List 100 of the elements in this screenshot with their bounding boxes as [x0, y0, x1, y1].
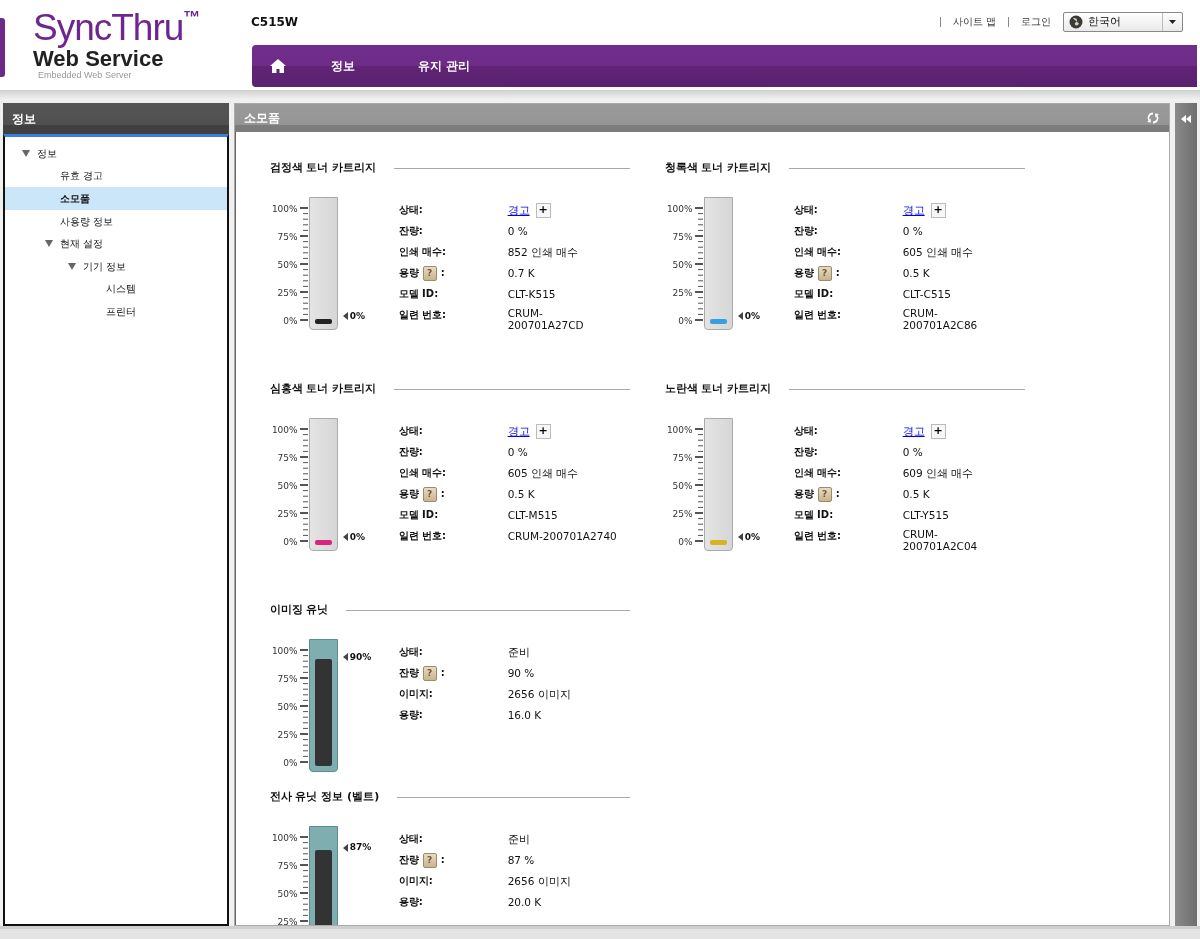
- info-label: 일련 번호:: [398, 529, 448, 543]
- scale-label: 25%: [277, 288, 298, 298]
- header-link[interactable]: 로그인: [1008, 17, 1051, 27]
- scale-label: 50%: [277, 702, 298, 712]
- scale-label: 50%: [277, 481, 298, 491]
- logo-bar: [0, 18, 5, 77]
- nav-tab[interactable]: 유지 관리: [418, 57, 471, 75]
- model-name: C515W: [251, 14, 299, 31]
- scale-label: 0%: [283, 758, 298, 768]
- info-label: 인쇄 매수:: [793, 245, 843, 259]
- status-link[interactable]: 경고: [902, 425, 925, 437]
- help-button[interactable]: ?: [422, 852, 437, 868]
- info-value: 16.0 K: [507, 708, 543, 723]
- scale-label: 50%: [277, 260, 298, 270]
- info-value: CRUM-200701A2740: [507, 529, 617, 544]
- info-value: 605 인쇄 매수: [902, 245, 975, 260]
- gauge-reading: 87%: [349, 841, 372, 855]
- info-label: 상태:: [398, 424, 424, 438]
- info-value: CRUM- 200701A27CD: [507, 307, 584, 331]
- refresh-icon[interactable]: [1146, 111, 1161, 125]
- scale-label: 75%: [277, 674, 298, 684]
- section-title: 전사 유닛 정보 (벨트): [269, 788, 380, 805]
- info-label: 용량: [398, 487, 419, 501]
- info-label: 모델 ID:: [793, 287, 835, 301]
- info-label: 모델 ID:: [398, 287, 440, 301]
- tree-item[interactable]: 소모품: [5, 187, 227, 210]
- scale-label: 75%: [277, 453, 298, 463]
- scale-label: 0%: [678, 537, 693, 547]
- tree-item[interactable]: 사용량 정보: [5, 209, 227, 233]
- info-label: 용량: [793, 266, 814, 280]
- tree-item[interactable]: 프린터: [5, 300, 227, 323]
- scale-label: 100%: [271, 204, 298, 214]
- expand-button[interactable]: +: [930, 202, 946, 218]
- info-value: 준비: [507, 645, 531, 660]
- scale-label: 75%: [277, 861, 298, 871]
- label-colon: :: [835, 487, 840, 501]
- scale-label: 0%: [678, 316, 693, 326]
- scale-label: 75%: [672, 232, 693, 242]
- info-value: 0.5 K: [507, 487, 536, 502]
- info-label: 일련 번호:: [793, 308, 843, 322]
- pointer-icon: [342, 533, 348, 542]
- label-colon: :: [440, 666, 445, 680]
- info-value: 20.0 K: [507, 895, 543, 910]
- info-value: 852 인쇄 매수: [507, 245, 580, 260]
- scale-label: 75%: [277, 232, 298, 242]
- section-title: 노란색 토너 카트리지: [664, 380, 772, 397]
- help-button[interactable]: ?: [817, 265, 832, 281]
- section-title: 청록색 토너 카트리지: [664, 159, 772, 176]
- caret-icon: [1169, 20, 1176, 24]
- pointer-icon: [342, 653, 348, 662]
- info-label: 상태:: [398, 645, 424, 659]
- info-value: 90 %: [507, 666, 536, 681]
- home-button[interactable]: [270, 59, 286, 73]
- info-label: 모델 ID:: [793, 508, 835, 522]
- nav-tab[interactable]: 정보: [331, 57, 355, 75]
- info-value: 87 %: [507, 853, 536, 868]
- info-value: CLT-K515: [507, 287, 557, 302]
- status-link[interactable]: 경고: [902, 204, 925, 216]
- tree-item[interactable]: 시스템: [5, 277, 227, 301]
- info-value: CRUM- 200701A2C04: [902, 528, 978, 552]
- info-label: 일련 번호:: [793, 529, 843, 543]
- help-button[interactable]: ?: [422, 486, 437, 502]
- header-link[interactable]: 사이트 맵: [939, 17, 996, 27]
- scale-label: 0%: [283, 537, 298, 547]
- help-button[interactable]: ?: [422, 665, 437, 681]
- info-label: 인쇄 매수:: [398, 466, 448, 480]
- info-label: 이미지:: [398, 687, 434, 701]
- scale-label: 50%: [672, 260, 693, 270]
- pointer-icon: [342, 312, 348, 321]
- info-label: 모델 ID:: [398, 508, 440, 522]
- status-link[interactable]: 경고: [507, 425, 530, 437]
- tree-item[interactable]: 유효 경고: [5, 164, 227, 188]
- gauge-reading: 0%: [349, 309, 365, 323]
- info-label: 인쇄 매수:: [398, 245, 448, 259]
- info-label: 잔량: [398, 666, 419, 680]
- scale-label: 100%: [271, 425, 298, 435]
- expand-button[interactable]: +: [535, 423, 551, 439]
- tree-item[interactable]: 정보: [5, 142, 227, 165]
- expand-button[interactable]: +: [930, 423, 946, 439]
- globe-icon: [1068, 14, 1084, 30]
- tree-item[interactable]: 기기 정보: [5, 254, 227, 278]
- scale-label: 100%: [666, 425, 693, 435]
- expand-button[interactable]: +: [535, 202, 551, 218]
- info-value: 609 인쇄 매수: [902, 466, 975, 481]
- gauge-reading: 0%: [349, 530, 365, 544]
- home-icon: [270, 59, 286, 73]
- info-value: 605 인쇄 매수: [507, 466, 580, 481]
- pointer-icon: [342, 843, 348, 852]
- tree-item[interactable]: 현재 설정: [5, 232, 227, 255]
- info-value: 2656 이미지: [507, 687, 571, 702]
- info-value: 준비: [507, 832, 531, 847]
- language-select[interactable]: 한국어: [1063, 12, 1183, 32]
- help-button[interactable]: ?: [422, 265, 437, 281]
- trademark-symbol: ™: [183, 8, 200, 27]
- status-link[interactable]: 경고: [507, 204, 530, 216]
- section-title: 심홍색 토너 카트리지: [269, 380, 377, 397]
- scale-label: 25%: [672, 509, 693, 519]
- scale-label: 25%: [672, 288, 693, 298]
- help-button[interactable]: ?: [817, 486, 832, 502]
- collapse-icon[interactable]: [1181, 115, 1192, 123]
